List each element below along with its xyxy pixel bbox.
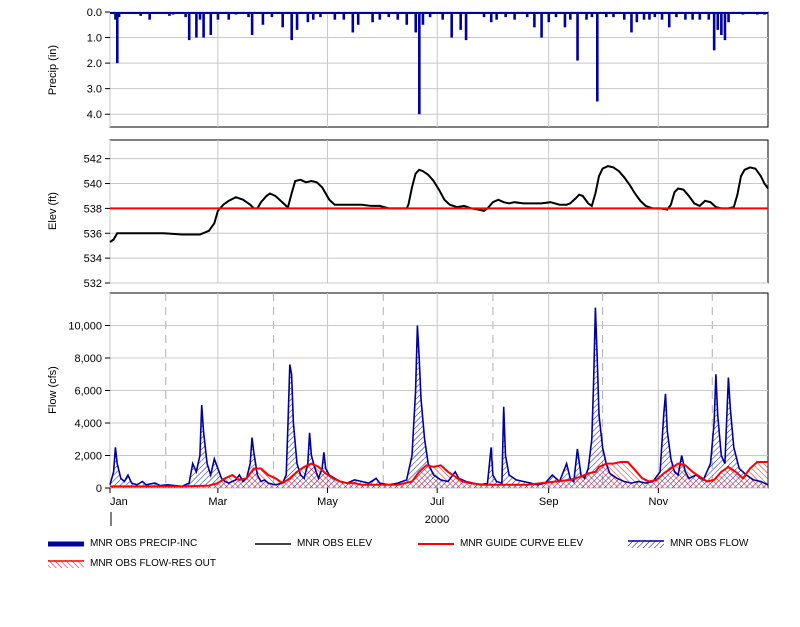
elev-plot-frame	[109, 139, 769, 284]
hydrograph-chart: 0.0 1.0 2.0 3.0 4.0 Precip (in) 532 534 536 538…	[47, 7, 769, 526]
precip-bar	[563, 12, 567, 28]
ytick-label: 1.0	[87, 33, 102, 45]
precip-bar	[720, 12, 723, 35]
ytick-label: 6,000	[74, 386, 102, 398]
precip-bar	[576, 12, 579, 61]
xtick-label: May	[317, 496, 338, 508]
precip-y-axis-label: Precip (in)	[47, 45, 59, 95]
precip-bar	[450, 12, 453, 38]
ytick-label: 542	[84, 154, 102, 166]
precip-bar	[290, 12, 293, 41]
xtick-label: Jan	[110, 496, 128, 508]
legend-label-guide-curve: MNR GUIDE CURVE ELEV	[460, 538, 584, 549]
legend-swatch-guide-curve	[418, 542, 454, 545]
legend-item-precip: MNR OBS PRECIP-INC	[48, 538, 197, 549]
precip-plot-frame	[109, 11, 769, 128]
xtick-label: Nov	[649, 496, 669, 508]
precip-bar	[115, 12, 119, 64]
precip-bar	[540, 12, 543, 38]
legend-item-flow-res-out: MNR OBS FLOW-RES OUT	[48, 558, 216, 569]
precip-bar	[295, 12, 299, 30]
legend-label-flow: MNR OBS FLOW	[670, 538, 749, 549]
ytick-label: 4.0	[87, 109, 102, 121]
legend-item-elev: MNR OBS ELEV	[255, 538, 372, 549]
legend-label-flow-res-out: MNR OBS FLOW-RES OUT	[90, 558, 216, 569]
ytick-label: 10,000	[68, 321, 102, 333]
ytick-label: 8,000	[74, 353, 102, 365]
legend-item-guide-curve: MNR GUIDE CURVE ELEV	[418, 538, 583, 549]
ytick-label: 536	[84, 228, 102, 240]
flow-y-axis-label: Flow (cfs)	[47, 366, 59, 414]
precip-bar	[418, 12, 421, 115]
precip-bar	[281, 12, 284, 28]
legend-swatch-flow-res-out	[48, 559, 84, 568]
precip-bar	[533, 12, 536, 28]
flow-panel: 0 2,000 4,000 6,000 8,000 10,000 Jan Mar May Jul…	[47, 292, 769, 526]
precip-panel: 0.0 1.0 2.0 3.0 4.0 Precip (in)	[47, 7, 769, 128]
elev-y-axis-label: Elev (ft)	[47, 192, 59, 230]
legend-swatch-flow	[628, 539, 664, 548]
precip-bar	[187, 12, 191, 41]
legend-label-precip: MNR OBS PRECIP-INC	[90, 538, 198, 549]
precip-bar	[630, 12, 633, 33]
ytick-label: 534	[84, 253, 102, 265]
xtick-label: Sep	[539, 496, 559, 508]
ytick-label: 540	[84, 179, 102, 191]
legend-item-flow: MNR OBS FLOW	[628, 538, 748, 549]
precip-bar	[209, 12, 213, 35]
xtick-label: Mar	[208, 496, 227, 508]
precip-bar	[723, 12, 727, 41]
precip-bar	[596, 12, 599, 102]
legend-swatch-precip	[48, 541, 84, 546]
ytick-label: 2.0	[87, 58, 102, 70]
precip-bar	[459, 12, 462, 30]
legend-swatch-elev	[255, 542, 291, 545]
precip-bar	[351, 12, 355, 33]
precip-bar	[716, 12, 720, 30]
precip-bar	[667, 12, 671, 28]
precip-bar	[464, 12, 468, 41]
ytick-label: 4,000	[74, 418, 102, 430]
legend: MNR OBS PRECIP-INC MNR OBS ELEV MNR GUID…	[0, 530, 800, 580]
precip-bar	[414, 12, 418, 33]
ytick-label: 538	[84, 203, 102, 215]
ytick-label: 0.0	[87, 7, 102, 19]
ytick-label: 2,000	[74, 451, 102, 463]
precip-bar	[250, 12, 254, 35]
ytick-label: 3.0	[87, 84, 102, 96]
ytick-label: 0	[96, 483, 102, 495]
precip-bar	[712, 12, 716, 51]
legend-label-elev: MNR OBS ELEV	[297, 538, 373, 549]
precip-bar	[202, 12, 205, 38]
ytick-label: 532	[84, 278, 102, 290]
x-axis-year-label: 2000	[425, 514, 449, 526]
elev-panel: 532 534 536 538 540 542 Elev (ft)	[47, 139, 769, 290]
precip-bar	[195, 12, 198, 38]
xtick-label: Jul	[430, 496, 444, 508]
